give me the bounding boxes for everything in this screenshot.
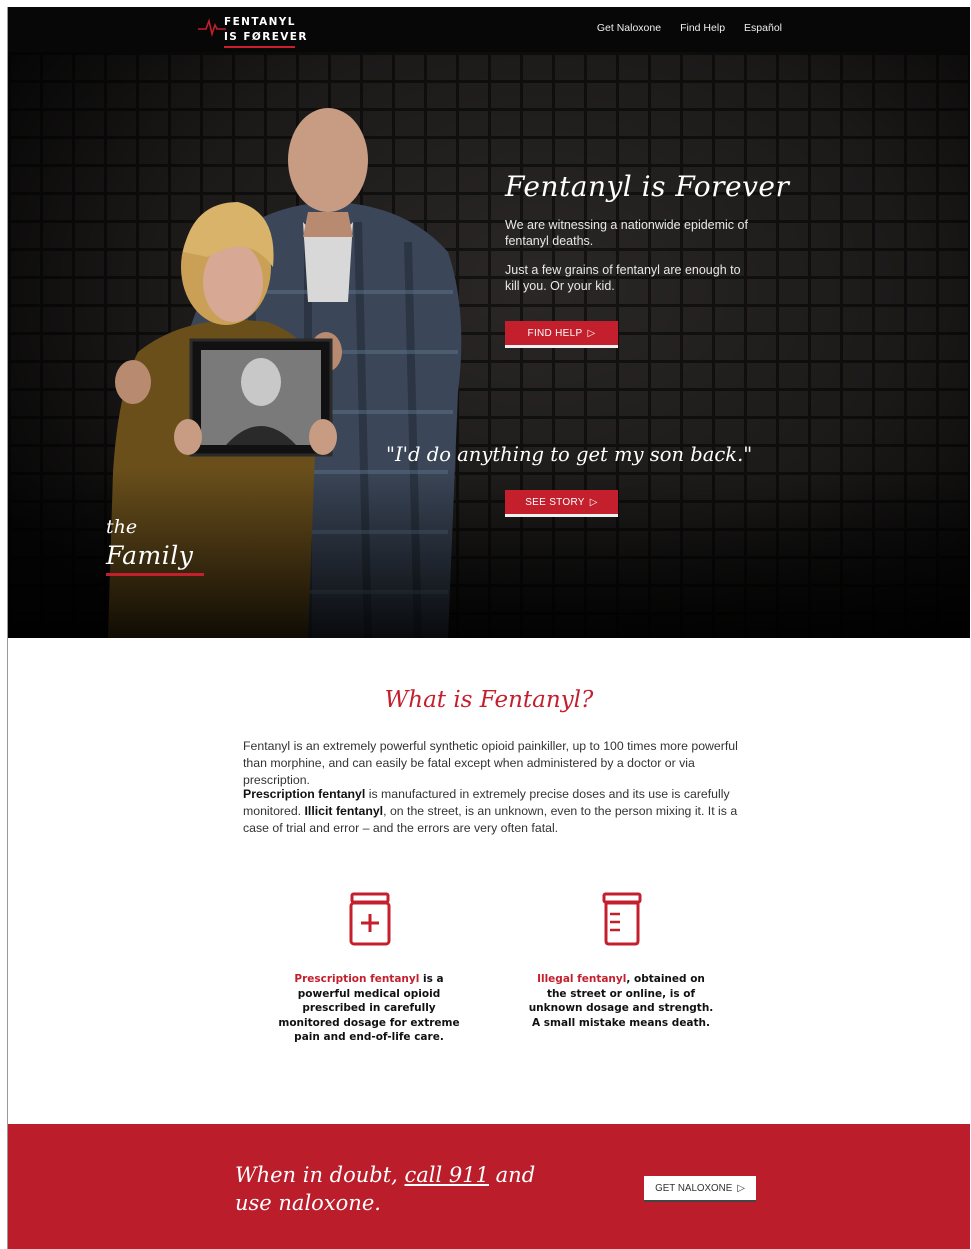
hero-paragraph-2: Just a few grains of fentanyl are enough… <box>505 263 741 293</box>
play-triangle-icon: ▷ <box>589 496 598 508</box>
hero-section: Fentanyl is Forever We are witnessing a … <box>8 52 970 638</box>
cta-text-1: When in doubt, <box>235 1163 405 1187</box>
nav-link-get-naloxone[interactable]: Get Naloxone <box>597 22 661 34</box>
see-story-button-label: SEE STORY <box>525 496 585 508</box>
page: FENTANYL IS FØREVER Get Naloxone Find He… <box>8 7 970 1249</box>
intro-paragraph: Fentanyl is an extremely powerful synthe… <box>243 739 738 787</box>
play-triangle-icon: ▷ <box>587 327 596 339</box>
cta-text: When in doubt, call 911 and use naloxone… <box>235 1161 565 1217</box>
get-naloxone-button[interactable]: GET NALOXONE ▷ <box>644 1176 756 1202</box>
see-story-button[interactable]: SEE STORY ▷ <box>505 490 618 517</box>
logo-line-1: FENTANYL <box>224 16 296 28</box>
logo-line-2: IS FØREVER <box>224 31 308 43</box>
hero-title: Fentanyl is Forever <box>505 170 790 203</box>
illegal-card-highlight: Illegal fentanyl <box>537 973 627 985</box>
hero-paragraph-1: We are witnessing a nationwide epidemic … <box>505 218 748 248</box>
illicit-bold: Illicit fentanyl <box>304 804 384 818</box>
site-logo[interactable]: FENTANYL IS FØREVER <box>198 13 308 49</box>
get-naloxone-button-label: GET NALOXONE <box>655 1182 733 1194</box>
comparison-paragraph: Prescription fentanyl is manufactured in… <box>243 786 743 837</box>
find-help-button-label: FIND HELP <box>527 327 583 339</box>
play-triangle-icon: ▷ <box>737 1182 745 1194</box>
find-help-button[interactable]: FIND HELP ▷ <box>505 321 618 348</box>
prescription-card-highlight: Prescription fentanyl <box>294 973 420 985</box>
prescription-bottle-icon <box>349 892 391 946</box>
call-911-link[interactable]: call 911 <box>405 1163 489 1187</box>
story-label-underline <box>106 573 204 576</box>
prescription-bold: Prescription fentanyl <box>243 787 366 801</box>
section-title: What is Fentanyl? <box>384 687 594 713</box>
pill-bottle-icon <box>602 892 642 946</box>
illegal-card-text: Illegal fentanyl, obtained on the street… <box>526 972 716 1030</box>
nav-link-espanol[interactable]: Español <box>744 22 782 34</box>
nav-link-find-help[interactable]: Find Help <box>680 22 725 34</box>
top-nav: FENTANYL IS FØREVER Get Naloxone Find He… <box>8 7 970 52</box>
logo-underline <box>224 46 295 48</box>
heartbeat-icon <box>198 18 226 37</box>
hero-quote: "I'd do anything to get my son back." <box>386 443 753 466</box>
cta-band: When in doubt, call 911 and use naloxone… <box>8 1124 970 1249</box>
nav-links: Get Naloxone Find Help Español <box>597 22 782 34</box>
prescription-card-text: Prescription fentanyl is a powerful medi… <box>274 972 464 1045</box>
story-label-big[interactable]: Family <box>106 541 193 570</box>
story-label-small: the <box>106 516 138 538</box>
